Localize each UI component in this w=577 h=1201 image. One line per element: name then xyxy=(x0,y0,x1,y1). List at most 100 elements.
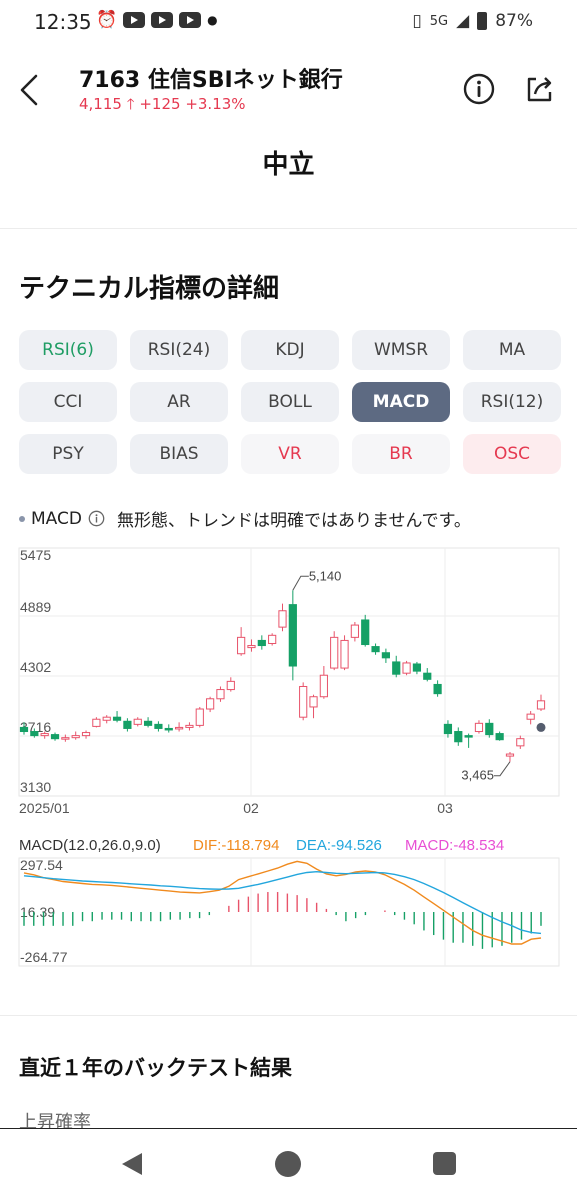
candle xyxy=(175,726,184,730)
back-button[interactable] xyxy=(14,70,48,110)
backtest-title: 直近１年のバックテスト結果 xyxy=(19,1056,292,1080)
candle xyxy=(19,726,29,733)
candle xyxy=(454,731,463,743)
candle xyxy=(133,718,142,725)
candle xyxy=(350,624,359,638)
macd-status-name: MACD xyxy=(31,508,82,529)
macd-legend-dea: DEA:-94.526 xyxy=(296,837,382,854)
price-panel-frame xyxy=(18,547,560,797)
candle xyxy=(154,723,163,729)
annotation-low: 3,465 xyxy=(461,768,494,783)
indicator-chip-grid: RSI(6) RSI(24) KDJ WMSR MA CCI AR BOLL MACD RSI(1… xyxy=(19,330,561,474)
candle xyxy=(485,722,494,736)
y-tick-label: 4889 xyxy=(20,599,51,615)
candle xyxy=(464,735,473,738)
info-button[interactable] xyxy=(462,72,496,106)
stock-title: 7163 住信SBIネット銀行 xyxy=(79,68,343,93)
indicator-chip-bias[interactable]: BIAS xyxy=(130,434,228,474)
bullet-icon xyxy=(19,515,25,522)
candle xyxy=(371,646,380,653)
indicator-chip-ar[interactable]: AR xyxy=(130,382,228,422)
macd-status: MACD 無形態、トレンドは明確ではありませんです。 xyxy=(19,506,471,531)
candle xyxy=(195,708,204,726)
nav-home-icon[interactable] xyxy=(275,1151,301,1177)
section-title: テクニカル指標の詳細 xyxy=(19,274,280,304)
macd-title: MACD(12.0,26.0,9.0) xyxy=(19,837,161,854)
y-tick-label: 3130 xyxy=(20,779,51,795)
x-tick-label: 03 xyxy=(437,800,453,816)
share-icon xyxy=(527,77,552,102)
nav-back-icon[interactable] xyxy=(118,1150,146,1178)
divider xyxy=(0,228,577,229)
x-tick-label: 2025/01 xyxy=(19,800,70,816)
price-change-pct: +3.13% xyxy=(185,95,246,113)
indicator-chip-ma[interactable]: MA xyxy=(463,330,561,370)
info-icon[interactable] xyxy=(88,510,105,527)
last-price-marker xyxy=(536,722,546,732)
macd-y-tick-label: 16.39 xyxy=(20,904,55,920)
y-tick-label: 4302 xyxy=(20,659,51,675)
indicator-chip-kdj[interactable]: KDJ xyxy=(241,330,339,370)
more-notifications-icon: ● xyxy=(207,13,218,27)
share-button[interactable] xyxy=(522,72,556,106)
indicator-chip-rsi6[interactable]: RSI(6) xyxy=(19,330,117,370)
indicator-chip-cci[interactable]: CCI xyxy=(19,382,117,422)
candle xyxy=(505,753,515,757)
up-arrow-icon: 🡑 xyxy=(126,95,135,113)
stock-price: 4,115 xyxy=(79,95,122,113)
nav-recents-icon[interactable] xyxy=(433,1152,456,1175)
indicator-chip-boll[interactable]: BOLL xyxy=(241,382,339,422)
candle xyxy=(237,636,246,655)
battery-level: 87% xyxy=(495,11,533,31)
network-type: 5G xyxy=(429,13,449,29)
candle xyxy=(381,652,390,659)
indicator-chip-vr[interactable]: VR xyxy=(241,434,339,474)
x-tick-label: 02 xyxy=(243,800,259,816)
candle xyxy=(206,698,215,710)
candle xyxy=(443,723,453,735)
macd-panel-frame xyxy=(18,857,560,967)
y-tick-label: 5475 xyxy=(20,547,51,563)
indicator-chip-wmsr[interactable]: WMSR xyxy=(352,330,450,370)
candle xyxy=(143,720,153,726)
indicator-chip-macd[interactable]: MACD xyxy=(352,382,450,422)
indicator-chip-rsi24[interactable]: RSI(24) xyxy=(130,330,228,370)
candle xyxy=(71,735,80,739)
candle xyxy=(92,718,101,727)
macd-y-tick-label: 297.54 xyxy=(20,857,63,873)
candle xyxy=(61,737,70,740)
candle xyxy=(50,734,60,740)
indicator-chip-osc[interactable]: OSC xyxy=(463,434,561,474)
signal-icon: ◢ xyxy=(456,11,470,31)
candle xyxy=(81,732,91,737)
youtube-icon xyxy=(179,12,202,28)
macd-legend-macd: MACD:-48.534 xyxy=(405,837,504,854)
battery-icon xyxy=(477,12,488,30)
candle xyxy=(495,733,504,741)
macd-y-tick-label: -264.77 xyxy=(20,949,68,965)
candle xyxy=(309,696,318,708)
indicator-chip-psy[interactable]: PSY xyxy=(19,434,117,474)
candle xyxy=(474,722,484,733)
youtube-icon xyxy=(123,12,146,28)
youtube-icon xyxy=(151,12,174,28)
candle xyxy=(361,619,370,646)
candle xyxy=(319,674,328,698)
candle xyxy=(257,639,266,647)
candle xyxy=(516,738,525,747)
annotation-leader xyxy=(493,761,511,777)
macd-chart[interactable]: 547548894302371631302025/01 02 035,1403,46… xyxy=(0,540,577,980)
candle xyxy=(40,733,49,737)
candle xyxy=(226,680,235,691)
vibrate-icon: ▯ xyxy=(412,11,422,31)
candle xyxy=(247,645,256,649)
divider xyxy=(0,1015,577,1016)
stock-quote: 4,115 🡑 +125 +3.13% xyxy=(79,94,246,119)
candle xyxy=(526,713,535,720)
price-change: +125 xyxy=(139,95,181,113)
candle xyxy=(185,724,194,728)
indicator-chip-rsi12[interactable]: RSI(12) xyxy=(463,382,561,422)
candle xyxy=(102,716,111,721)
indicator-chip-br[interactable]: BR xyxy=(352,434,450,474)
candle xyxy=(288,604,297,667)
